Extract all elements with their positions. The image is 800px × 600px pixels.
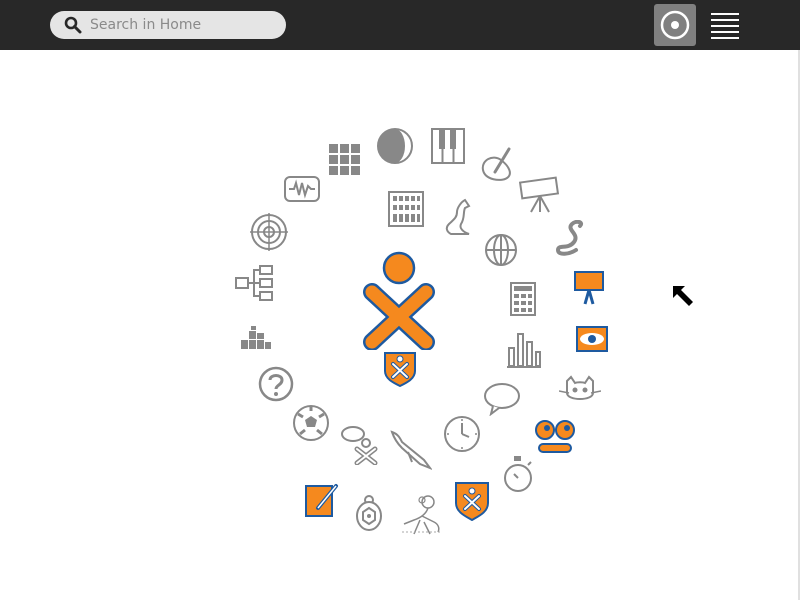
globe-icon[interactable] [484, 233, 518, 267]
telescope-icon[interactable] [519, 176, 561, 214]
search-icon [64, 16, 82, 34]
stopwatch-icon[interactable] [502, 456, 534, 494]
home-view-button[interactable] [654, 4, 696, 46]
soccer-ball-icon[interactable] [292, 404, 330, 442]
search-box[interactable] [50, 11, 286, 39]
bird-icon[interactable] [390, 430, 432, 470]
cursor-arrow-icon [673, 286, 693, 306]
snake-icon[interactable] [554, 220, 588, 256]
target-icon[interactable] [250, 213, 288, 251]
waveform-icon[interactable] [284, 176, 320, 202]
chat-xo-icon[interactable] [340, 425, 378, 465]
hierarchy-icon[interactable] [235, 265, 273, 301]
xo-shield-icon[interactable] [384, 351, 416, 387]
shield-icon[interactable] [455, 481, 489, 521]
abacus-icon[interactable] [388, 191, 424, 227]
help-icon[interactable] [257, 366, 295, 402]
eye-icon[interactable] [575, 325, 609, 353]
turtle-icon[interactable] [353, 495, 385, 533]
top-toolbar [0, 0, 800, 50]
cat-icon[interactable] [559, 375, 601, 405]
menu-icon[interactable] [705, 8, 745, 42]
bar-chart-icon[interactable] [506, 332, 542, 368]
speech-bubble-icon[interactable] [483, 382, 521, 416]
moon-icon[interactable] [376, 127, 414, 165]
search-input[interactable] [90, 15, 275, 35]
xo-buddy-icon[interactable] [360, 250, 438, 350]
eyes-icon[interactable] [535, 420, 575, 454]
clock-icon[interactable] [443, 415, 481, 453]
physics-icon[interactable] [400, 494, 444, 536]
calculator-icon[interactable] [510, 282, 536, 316]
paint-icon[interactable] [479, 146, 517, 182]
grid-icon[interactable] [328, 143, 362, 177]
presentation-icon[interactable] [574, 271, 604, 305]
home-view-icon [660, 10, 690, 40]
write-icon[interactable] [304, 482, 340, 518]
blocks-icon[interactable] [240, 326, 272, 350]
kangaroo-icon[interactable] [443, 198, 475, 236]
piano-icon[interactable] [431, 128, 465, 164]
